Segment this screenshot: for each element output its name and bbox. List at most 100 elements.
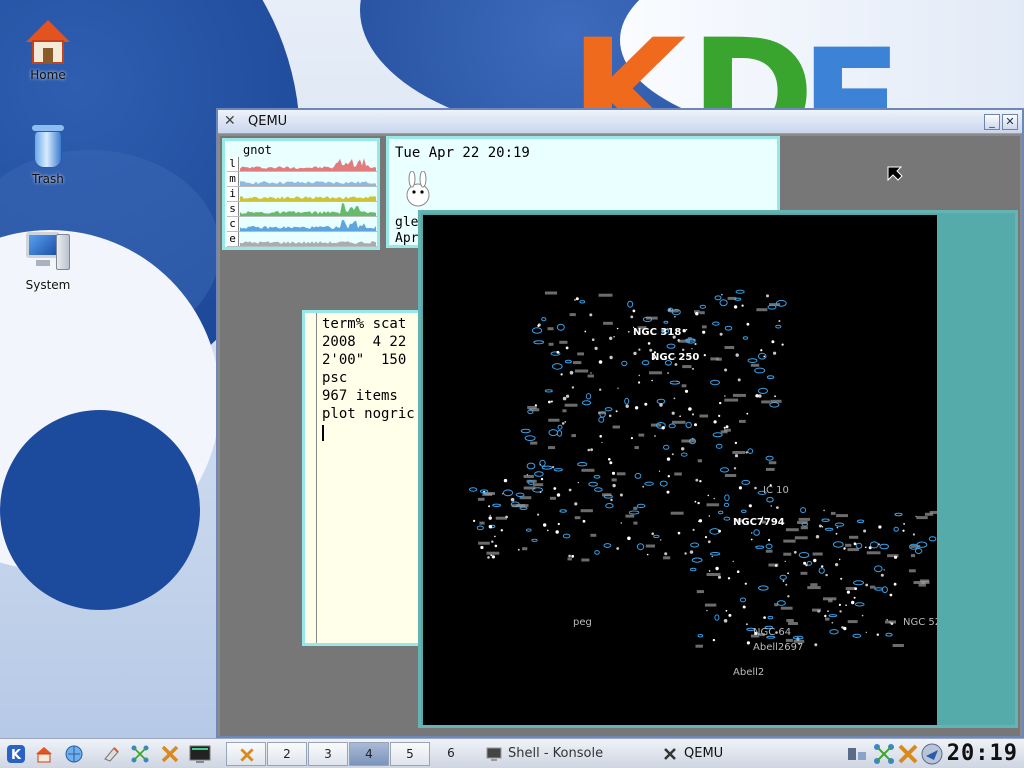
tray-network-manager-icon[interactable] [872,742,896,766]
galaxy-marker [541,317,547,322]
stat-row-letter: s [227,202,239,216]
window-titlebar[interactable]: ✕ QEMU _ ✕ [218,110,1022,134]
star-chart[interactable]: NGC 318 NGC 250 NGC7794 NGC 64 Abell2697 Abel… [423,215,937,725]
task-konsole[interactable]: Shell - Konsole [484,742,644,766]
star-point [488,505,491,508]
catalog-label: NGC 52 [903,617,937,628]
window-title: QEMU [248,114,288,129]
star-point [684,389,689,393]
desktop-icon-home[interactable]: Home [8,18,88,82]
tools-icon[interactable] [158,742,182,766]
star-point [835,532,838,535]
galaxy-marker [524,435,536,442]
tray-network-icon[interactable] [846,742,870,766]
terminal-scrollbar[interactable] [305,313,317,643]
galaxy-marker [767,615,774,620]
star-point [838,603,841,606]
tray-tools-icon[interactable] [896,742,920,766]
task-label: Shell - Konsole [508,746,604,761]
task-qemu[interactable]: QEMU [660,742,820,766]
desktop-pager-4[interactable]: 4 [349,742,389,766]
galaxy-marker [852,633,862,638]
catalog-label-stub [830,511,836,515]
terminal-output[interactable]: term% scat 2008 4 22 2'00" 150 psc 967 items… [322,315,415,423]
stat-row-e[interactable]: e [227,232,377,247]
stat-row-letter: c [227,217,239,231]
taskbar[interactable]: K 2 3 4 5 6 Shell - Konsole QEMU 20:19 [0,738,1024,768]
star-chart-canvas: NGC 318 NGC 250 NGC7794 NGC 64 Abell2697 Abel… [468,289,937,678]
stat-row-c[interactable]: c [227,217,377,232]
star-point [619,493,623,497]
guest-screen[interactable]: gnot lmisce Tue Apr 22 20:19 gle Apr ter… [220,136,1020,736]
qemu-window[interactable]: ✕ QEMU _ ✕ gnot lmisce Tue Apr 22 20:19 … [216,108,1024,738]
catalog-label-stub [786,619,794,622]
kde-menu-icon[interactable]: K [4,742,28,766]
x-window-icon[interactable]: ✕ [224,113,236,129]
mail-icon[interactable] [100,742,124,766]
home-folder-icon[interactable] [32,742,56,766]
tray-update-icon[interactable] [920,742,944,766]
galaxy-marker [834,522,845,527]
catalog-label-stub [739,419,746,423]
catalog-label-stub [929,510,937,514]
star-point [651,532,654,535]
star-point [555,530,559,534]
star-point [738,486,742,490]
star-point [699,480,702,483]
star-point [787,595,790,598]
galaxy-marker [753,529,760,536]
stat-row-s[interactable]: s [227,202,377,217]
network-icon[interactable] [62,742,86,766]
galaxy-marker [531,538,538,542]
close-button[interactable]: ✕ [1002,114,1018,130]
stat-row-m[interactable]: m [227,172,377,187]
star-point [733,305,738,309]
galaxy-marker [668,423,676,429]
desktop-pager-1[interactable] [226,742,266,766]
galaxy-marker [776,600,786,606]
galaxy-marker [769,402,780,408]
galaxy-marker [476,525,484,531]
desktop-pager-3[interactable]: 3 [308,742,348,766]
desktop-pager-5[interactable]: 5 [390,742,430,766]
catalog-label-stub [710,357,719,361]
desktop-icon-trash[interactable]: Trash [8,122,88,186]
trash-icon [24,122,72,170]
konsole-icon [486,747,502,761]
star-point [634,406,639,410]
stat-row-l[interactable]: l [227,157,377,172]
catalog-label-stub [823,597,837,601]
desktop-pager-2[interactable]: 2 [267,742,307,766]
galaxy-marker [533,340,545,345]
terminal-icon[interactable] [188,742,212,766]
galaxy-marker [492,503,502,507]
catalog-label-stub [910,554,916,558]
taskbar-clock[interactable]: 20:19 [947,741,1018,766]
galaxy-marker [534,471,544,477]
desktop-pager-6[interactable]: 6 [431,742,471,766]
star-point [727,577,731,580]
catalog-label-stub [577,352,584,356]
galaxy-marker [593,475,601,479]
network-manager-icon[interactable] [128,742,152,766]
catalog-label-stub [670,511,684,515]
catalog-label-stub [783,552,792,556]
catalog-label-stub [598,411,607,415]
star-point [534,404,537,407]
star-point [677,531,681,535]
catalog-label-stub [523,486,536,490]
scat-plot-window[interactable]: NGC 318 NGC 250 NGC7794 NGC 64 Abell2697 Abel… [418,210,1018,728]
stat-row-i[interactable]: i [227,187,377,202]
galaxy-marker [724,325,733,331]
desktop-icon-system[interactable]: System [8,228,88,292]
star-point [473,519,476,522]
star-point [627,330,630,333]
star-point [725,425,729,429]
galaxy-marker [754,367,766,374]
catalog-label-stub [564,403,578,407]
galaxy-marker [581,400,592,406]
galaxy-marker [742,336,749,340]
minimize-button[interactable]: _ [984,114,1000,130]
star-point [598,360,603,364]
stats-window[interactable]: gnot lmisce [222,138,380,250]
